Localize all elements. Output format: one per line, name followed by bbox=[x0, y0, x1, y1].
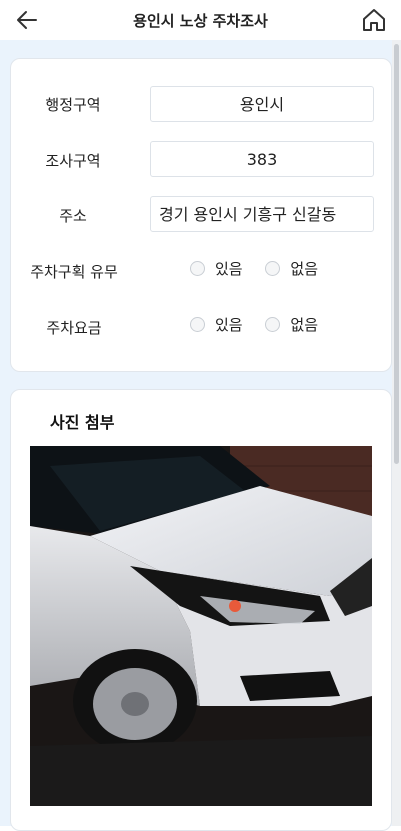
photo-section-title: 사진 첨부 bbox=[50, 413, 115, 432]
attached-car-photo[interactable] bbox=[30, 446, 372, 806]
parking-zone-yes-option[interactable]: 있음 bbox=[190, 258, 243, 279]
scrollbar-thumb[interactable] bbox=[394, 44, 399, 464]
car-photo-image bbox=[30, 446, 372, 806]
survey-area-field[interactable]: 383 bbox=[150, 141, 374, 177]
parking-fee-radio-group: 있음 없음 bbox=[190, 314, 336, 334]
page-title: 용인시 노상 주차조사 bbox=[133, 12, 268, 30]
option-label: 없음 bbox=[290, 316, 318, 334]
district-label: 행정구역 bbox=[45, 96, 101, 114]
radio-button[interactable] bbox=[190, 317, 205, 332]
radio-button[interactable] bbox=[190, 261, 205, 276]
parking-zone-radio-group: 있음 없음 bbox=[190, 258, 336, 278]
parking-fee-yes-option[interactable]: 있음 bbox=[190, 314, 243, 335]
app-header: 용인시 노상 주차조사 bbox=[0, 0, 401, 40]
option-label: 있음 bbox=[215, 316, 243, 334]
parking-fee-no-option[interactable]: 없음 bbox=[265, 314, 318, 335]
address-field[interactable]: 경기 용인시 기흥구 신갈동 bbox=[150, 196, 374, 232]
parking-fee-label: 주차요금 bbox=[46, 319, 102, 337]
survey-area-label: 조사구역 bbox=[45, 152, 101, 170]
radio-button[interactable] bbox=[265, 261, 281, 276]
address-label: 주소 bbox=[59, 207, 87, 225]
radio-button[interactable] bbox=[265, 317, 281, 332]
parking-zone-label: 주차구획 유무 bbox=[30, 263, 118, 281]
parking-zone-no-option[interactable]: 없음 bbox=[265, 258, 318, 279]
option-label: 없음 bbox=[290, 260, 318, 278]
option-label: 있음 bbox=[215, 260, 243, 278]
district-field[interactable]: 용인시 bbox=[150, 86, 374, 122]
home-icon[interactable] bbox=[361, 7, 387, 33]
